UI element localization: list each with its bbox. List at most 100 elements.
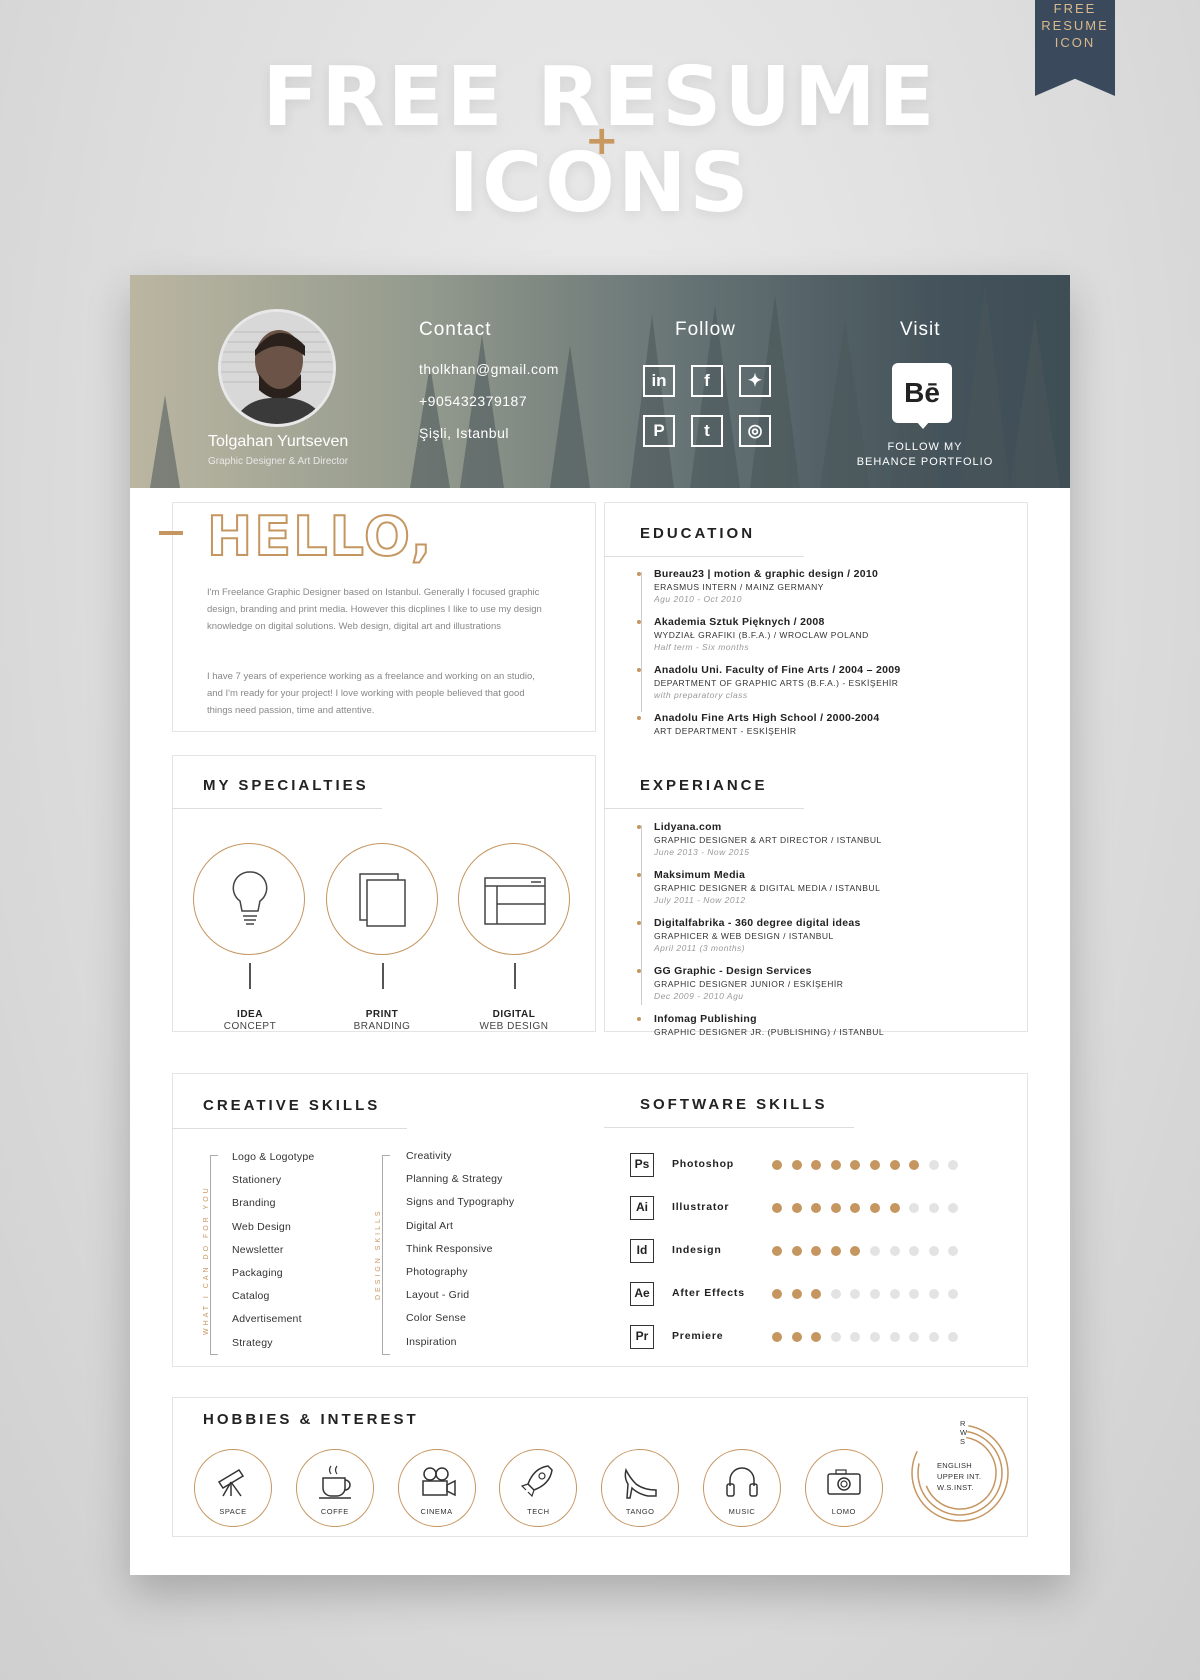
specialty-label: IDEA CONCEPT — [185, 1009, 315, 1033]
skill-dot-empty — [889, 1246, 900, 1256]
experience-item-title: Lidyana.com — [654, 821, 722, 833]
skill-dot-filled — [791, 1203, 802, 1213]
language-level: UPPER INT. — [937, 1472, 982, 1481]
software-abbr-icon: Id — [630, 1239, 654, 1263]
experience-item-date: April 2011 (3 months) — [654, 943, 746, 953]
education-item-sub: DEPARTMENT OF GRAPHIC ARTS (B.F.A.) - ES… — [654, 678, 899, 688]
design-bracket — [382, 1155, 390, 1355]
experience-item-sub: GRAPHIC DESIGNER & ART DIRECTOR / ISTANB… — [654, 835, 882, 845]
hobby-label: TECH — [527, 1507, 550, 1516]
education-item-sub: WYDZIAŁ GRAFIKI (B.F.A.) / WROCLAW POLAN… — [654, 630, 869, 640]
creative-skills-heading: CREATIVE SKILLS — [203, 1097, 381, 1114]
specialty-subtitle: BRANDING — [353, 1021, 411, 1032]
contact-phone[interactable]: +905432379187 — [419, 393, 527, 409]
skill-item: Advertisement — [232, 1313, 302, 1326]
software-abbr-icon: Ps — [630, 1153, 654, 1177]
skill-dot-empty — [870, 1289, 880, 1299]
experience-item: Maksimum Media GRAPHIC DESIGNER & DIGITAL… — [637, 869, 994, 906]
skill-item: Packaging — [232, 1267, 283, 1279]
education-item-sub: ERASMUS INTERN / MAINZ GERMANY — [654, 582, 824, 592]
skill-dot-filled — [870, 1160, 880, 1170]
specialty-subtitle: CONCEPT — [223, 1021, 277, 1032]
skill-dot-filled — [830, 1160, 841, 1170]
experience-item: Infomag Publishing GRAPHIC DESIGNER JR. (… — [637, 1013, 994, 1038]
skill-item: Branding — [232, 1197, 276, 1210]
coffe-icon: COFFE — [295, 1449, 374, 1527]
skill-item: Photography — [406, 1266, 468, 1278]
experience-item-sub: GRAPHICER & WEB DESIGN / ISTANBUL — [654, 931, 834, 941]
skill-dot-empty — [928, 1203, 939, 1213]
instagram-icon[interactable]: ◎ — [739, 415, 771, 447]
skill-dot-filled — [772, 1246, 782, 1256]
skill-item: Stationery — [232, 1174, 282, 1187]
education-item: Akademia Sztuk Pięknych / 2008 WYDZIAŁ GR… — [637, 616, 994, 653]
experience-item-date: June 2013 - Now 2015 — [654, 847, 750, 857]
skill-item: Creativity — [406, 1150, 452, 1162]
pinterest-icon[interactable]: P — [643, 415, 675, 447]
language-name: ENGLISH — [937, 1461, 973, 1470]
tech-icon: TECH — [499, 1449, 578, 1527]
experience-item-title: Digitalfabrika - 360 degree digital idea… — [654, 917, 861, 929]
behance-icon[interactable]: Bē — [892, 363, 952, 423]
profile-name: Tolgahan Yurtseven — [208, 433, 349, 450]
hobby-label: COFFE — [320, 1507, 349, 1516]
skill-dot-filled — [791, 1160, 802, 1170]
experience-item-title: GG Graphic - Design Services — [654, 965, 812, 977]
skill-item: Strategy — [232, 1336, 273, 1349]
timeline-dot — [637, 620, 641, 624]
experience-underline — [604, 808, 804, 809]
education-item-title: Akademia Sztuk Pięknych / 2008 — [654, 616, 825, 628]
skill-dot-empty — [889, 1332, 900, 1342]
intro-paragraph-2: I have 7 years of experience working as … — [207, 671, 535, 716]
tumblr-icon[interactable]: t — [691, 415, 723, 447]
skill-item: Signs and Typography — [406, 1196, 515, 1209]
facebook-icon[interactable]: f — [691, 365, 723, 397]
skill-dot-empty — [830, 1289, 841, 1299]
experience-item: Digitalfabrika - 360 degree digital idea… — [637, 917, 994, 954]
specialty-connector — [249, 963, 251, 989]
contact-heading: Contact — [419, 319, 492, 340]
visit-heading: Visit — [900, 319, 941, 340]
ribbon-text-2: RESUME — [1041, 18, 1109, 33]
experience-item-title: Infomag Publishing — [654, 1013, 757, 1025]
education-item-title: Anadolu Uni. Faculty of Fine Arts / 2004… — [654, 664, 901, 676]
skill-dot-empty — [928, 1332, 939, 1342]
skill-item: Web Design — [232, 1220, 292, 1233]
follow-heading: Follow — [675, 319, 736, 340]
hobby-label: TANGO — [625, 1507, 655, 1516]
contact-email[interactable]: tholkhan@gmail.com — [419, 361, 559, 377]
hobbies-heading: HOBBIES & INTEREST — [203, 1411, 419, 1428]
behance-note[interactable]: FOLLOW MY BEHANCE PORTFOLIO — [830, 440, 1020, 470]
timeline-dot — [637, 716, 641, 720]
specialty-title: IDEA — [237, 1009, 263, 1020]
cinema-icon: CINEMA — [397, 1449, 476, 1527]
specialty-label: DIGITAL WEB DESIGN — [449, 1009, 579, 1033]
skill-dot-filled — [870, 1203, 880, 1213]
software-name: Illustrator — [672, 1201, 730, 1213]
space-icon: SPACE — [194, 1449, 272, 1527]
linkedin-icon[interactable]: in — [643, 365, 675, 397]
education-timeline — [641, 572, 642, 712]
creative-col2-caption: DESIGN SKILLS — [375, 1208, 382, 1300]
skill-dot-empty — [870, 1246, 880, 1256]
experience-item-sub: GRAPHIC DESIGNER & DIGITAL MEDIA / ISTAN… — [654, 883, 881, 893]
specialty-title: DIGITAL — [492, 1009, 536, 1020]
software-abbr-icon: Ai — [630, 1196, 654, 1220]
education-item-date: with preparatory class — [654, 690, 748, 700]
timeline-dot — [637, 572, 641, 576]
timeline-dot — [637, 1017, 641, 1021]
skill-item: Digital Art — [406, 1219, 454, 1232]
specialty-title: PRINT — [365, 1009, 399, 1020]
skill-dot-empty — [830, 1332, 841, 1342]
profile-role: Graphic Designer & Art Director — [208, 456, 349, 467]
skill-dot-filled — [889, 1203, 900, 1213]
creative-bracket — [210, 1155, 218, 1355]
twitter-icon[interactable]: ✦ — [739, 365, 771, 397]
skill-dot-empty — [889, 1289, 900, 1299]
education-item-title: Anadolu Fine Arts High School / 2000-200… — [654, 712, 880, 724]
skill-dot-filled — [772, 1203, 782, 1213]
hobby-label: CINEMA — [420, 1507, 453, 1516]
hobby-label: MUSIC — [728, 1507, 756, 1516]
software-name: Premiere — [672, 1330, 724, 1342]
experience-item-date: Dec 2009 - 2010 Agu — [654, 991, 744, 1001]
